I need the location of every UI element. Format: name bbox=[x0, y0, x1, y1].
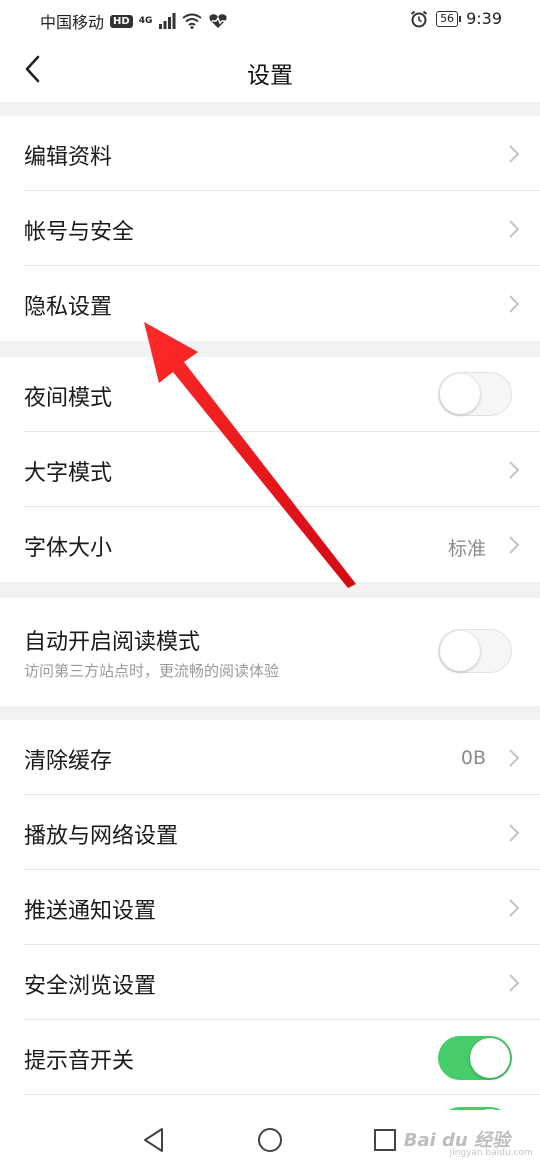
signal-icon bbox=[159, 13, 176, 29]
setting-row-playback-network[interactable]: 播放与网络设置 bbox=[0, 795, 540, 870]
watermark: Bai du 经验 jingyan.baidu.com bbox=[404, 1126, 533, 1158]
chevron-right-icon bbox=[509, 899, 520, 917]
heart-rate-icon bbox=[209, 14, 228, 28]
setting-row-edit-profile[interactable]: 编辑资料 bbox=[0, 116, 540, 191]
toggle-knob bbox=[470, 1038, 510, 1078]
chevron-right-icon bbox=[509, 749, 520, 767]
chevron-right-icon bbox=[509, 145, 520, 163]
chevron-right-icon bbox=[509, 461, 520, 479]
setting-label: 自动开启阅读模式 bbox=[24, 630, 201, 655]
toggle-knob bbox=[440, 631, 480, 671]
hd-badge: HD bbox=[110, 14, 133, 28]
carrier-label: 中国移动 bbox=[40, 13, 105, 32]
status-bar: 中国移动 HD 4G 56 9:39 bbox=[0, 0, 540, 38]
battery-indicator: 56 bbox=[436, 10, 462, 27]
setting-label: 帐号与安全 bbox=[24, 220, 135, 245]
setting-label: 安全浏览设置 bbox=[24, 974, 157, 999]
setting-row-large-text-mode[interactable]: 大字模式 bbox=[0, 432, 540, 507]
font-size-value: 标准 bbox=[447, 538, 486, 560]
setting-row-privacy[interactable]: 隐私设置 bbox=[0, 266, 540, 341]
home-circle-icon[interactable] bbox=[256, 1126, 284, 1154]
chevron-right-icon bbox=[509, 824, 520, 842]
sound-toggle[interactable] bbox=[438, 1036, 512, 1080]
cache-size-value: 0B bbox=[460, 747, 486, 769]
auto-reading-mode-toggle[interactable] bbox=[438, 629, 512, 673]
settings-group-display: 夜间模式 大字模式 字体大小 标准 bbox=[0, 357, 540, 582]
setting-label: 字体大小 bbox=[24, 536, 113, 561]
night-mode-toggle[interactable] bbox=[438, 372, 512, 416]
setting-label: 推送通知设置 bbox=[24, 899, 157, 924]
setting-row-push-notifications[interactable]: 推送通知设置 bbox=[0, 870, 540, 945]
setting-row-sound-toggle[interactable]: 提示音开关 bbox=[0, 1020, 540, 1095]
setting-row-partial bbox=[0, 1095, 540, 1110]
recents-square-icon[interactable] bbox=[371, 1126, 399, 1154]
back-triangle-icon[interactable] bbox=[140, 1126, 168, 1154]
setting-label: 播放与网络设置 bbox=[24, 824, 179, 849]
alarm-icon bbox=[410, 10, 428, 27]
setting-row-font-size[interactable]: 字体大小 标准 bbox=[0, 507, 540, 582]
setting-label: 清除缓存 bbox=[24, 749, 113, 774]
watermark-url: jingyan.baidu.com bbox=[449, 1148, 533, 1158]
title-bar: 设置 bbox=[0, 38, 540, 102]
setting-description: 访问第三方站点时，更流畅的阅读体验 bbox=[24, 662, 280, 680]
chevron-right-icon bbox=[509, 295, 520, 313]
setting-label: 隐私设置 bbox=[24, 295, 113, 320]
setting-label: 大字模式 bbox=[24, 461, 113, 486]
setting-label: 夜间模式 bbox=[24, 386, 113, 411]
setting-row-clear-cache[interactable]: 清除缓存 0B bbox=[0, 720, 540, 795]
clock: 9:39 bbox=[466, 9, 502, 28]
setting-row-safe-browsing[interactable]: 安全浏览设置 bbox=[0, 945, 540, 1020]
chevron-right-icon bbox=[509, 220, 520, 238]
wifi-icon bbox=[182, 13, 202, 29]
settings-group-reading: 自动开启阅读模式 访问第三方站点时，更流畅的阅读体验 bbox=[0, 598, 540, 706]
chevron-right-icon bbox=[509, 536, 520, 554]
network-badge: 4G bbox=[138, 15, 153, 26]
setting-row-auto-reading-mode[interactable]: 自动开启阅读模式 访问第三方站点时，更流畅的阅读体验 bbox=[0, 598, 540, 706]
chevron-right-icon bbox=[509, 974, 520, 992]
settings-group-profile: 编辑资料 帐号与安全 隐私设置 bbox=[0, 116, 540, 341]
setting-row-night-mode[interactable]: 夜间模式 bbox=[0, 357, 540, 432]
setting-label: 提示音开关 bbox=[24, 1049, 135, 1074]
page-title: 设置 bbox=[247, 63, 293, 89]
setting-row-account-security[interactable]: 帐号与安全 bbox=[0, 191, 540, 266]
settings-group-general: 清除缓存 0B 播放与网络设置 推送通知设置 安全浏览设置 提示音开关 bbox=[0, 720, 540, 1110]
setting-label: 编辑资料 bbox=[24, 145, 113, 170]
toggle-knob bbox=[440, 374, 480, 414]
